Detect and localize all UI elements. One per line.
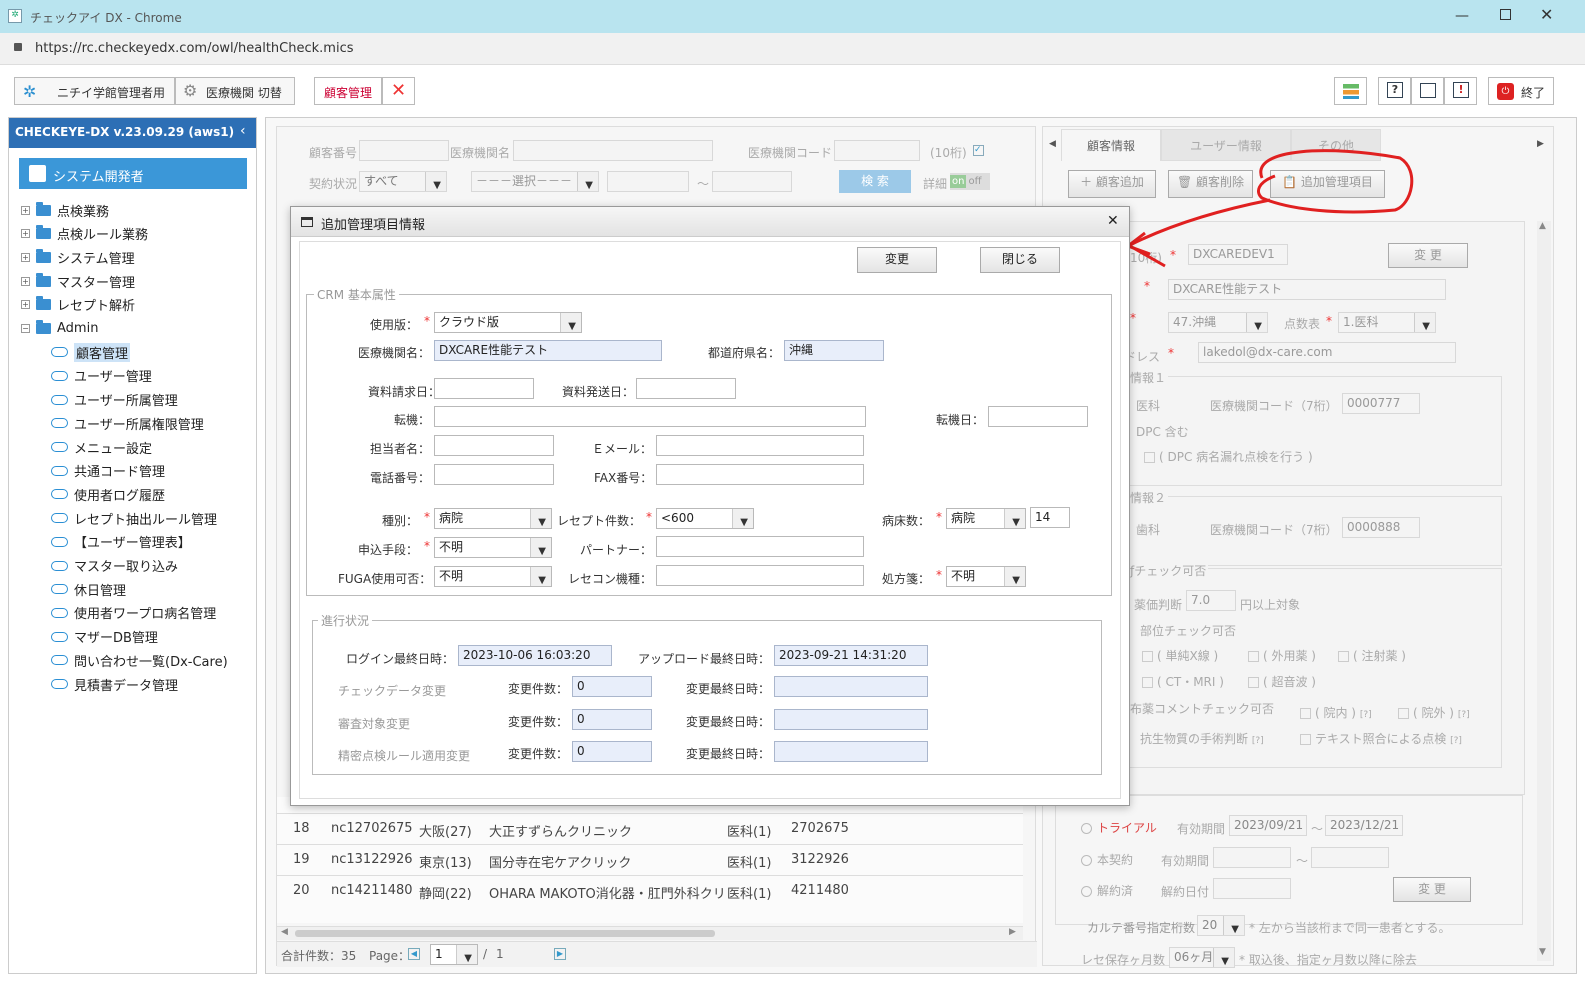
last-login-label: ログイン最終日時： <box>346 652 455 666</box>
trigger-input[interactable] <box>434 406 866 427</box>
beds-input[interactable]: 14 <box>1030 507 1070 528</box>
rule-last-field[interactable] <box>774 741 928 762</box>
kind-select[interactable]: 病院 ▼ <box>434 508 552 529</box>
chevron-down-icon: ▼ <box>1221 956 1229 967</box>
last-login-field[interactable]: 2023-10-06 16:03:20 <box>458 645 612 666</box>
phone-input[interactable] <box>434 464 554 485</box>
rx-label: 処方箋： <box>882 572 931 586</box>
modal-change-button[interactable]: 変更 <box>857 247 937 273</box>
rx-select[interactable]: 不明 ▼ <box>946 566 1026 587</box>
fuga-label: FUGA使用可否： <box>338 572 432 586</box>
trigger-label: 転機： <box>394 413 431 427</box>
rule-count-field[interactable]: 0 <box>572 741 652 762</box>
kind-label: 種別： <box>382 514 419 528</box>
facility-field[interactable]: DXCARE性能テスト <box>434 340 662 361</box>
chevron-down-icon: ▼ <box>585 180 593 191</box>
pref-field[interactable]: 沖縄 <box>784 340 884 361</box>
rece-count-label: レセプト件数： <box>557 514 642 528</box>
trigger-date-input[interactable] <box>988 406 1088 427</box>
fax-label: FAX番号： <box>594 471 653 485</box>
last-change-label-1: 変更最終日時： <box>686 682 771 696</box>
pref-label: 都道府県名： <box>708 346 781 360</box>
window-icon <box>301 217 313 227</box>
chevron-down-icon: ▼ <box>538 517 546 528</box>
modal-dialog: 追加管理項目情報 ✕ 変更 閉じる CRM 基本属性 使用版： * クラウド版 ▼ … <box>290 206 1130 806</box>
last-upload-label: アップロード最終日時： <box>638 652 771 666</box>
check-count-field[interactable]: 0 <box>572 676 652 697</box>
chevron-down-icon: ▼ <box>1012 517 1020 528</box>
check-change-label: チェックデータ変更 <box>338 684 447 698</box>
chevron-down-icon: ▼ <box>1254 321 1262 332</box>
person-label: 担当者名： <box>370 442 431 456</box>
chevron-down-icon: ▼ <box>1012 575 1020 586</box>
modal-titlebar: 追加管理項目情報 ✕ <box>291 207 1129 237</box>
rececon-input[interactable] <box>656 565 864 586</box>
email-label: Ｅメール： <box>592 442 653 456</box>
apply-select[interactable]: 不明 ▼ <box>434 537 552 558</box>
chevron-down-icon: ▼ <box>1422 321 1430 332</box>
modal-title: 追加管理項目情報 <box>321 218 426 233</box>
check-last-field[interactable] <box>774 676 928 697</box>
last-change-label-2: 変更最終日時： <box>686 715 771 729</box>
count-label-3: 変更件数： <box>508 747 569 761</box>
last-upload-field[interactable]: 2023-09-21 14:31:20 <box>774 645 928 666</box>
crm-section-title: CRM 基本属性 <box>314 286 399 303</box>
partner-input[interactable] <box>656 536 864 557</box>
email-input[interactable] <box>656 435 864 456</box>
facility-label: 医療機関名： <box>358 346 431 360</box>
trigger-date-label: 転機日： <box>936 413 985 427</box>
chevron-down-icon: ▼ <box>538 546 546 557</box>
modal-close-icon[interactable]: ✕ <box>1107 213 1119 229</box>
beds-label: 病床数： <box>882 514 931 528</box>
partner-label: パートナー： <box>580 543 653 557</box>
count-label-1: 変更件数： <box>508 682 569 696</box>
modal-close-button[interactable]: 閉じる <box>980 247 1060 273</box>
progress-section-title: 進行状況 <box>318 612 373 629</box>
rule-change-label: 精密点検ルール適用変更 <box>338 749 471 763</box>
doc-req-label: 資料請求日： <box>368 385 441 399</box>
review-change-label: 審査対象変更 <box>338 717 411 731</box>
person-input[interactable] <box>434 435 554 456</box>
review-last-field[interactable] <box>774 709 928 730</box>
apply-label: 申込手段： <box>358 543 419 557</box>
beds-kind-select[interactable]: 病院 ▼ <box>946 508 1026 529</box>
edition-select[interactable]: クラウド版 ▼ <box>434 312 582 333</box>
modal-body: 変更 閉じる CRM 基本属性 使用版： * クラウド版 ▼ 医療機関名： DXCA… <box>299 241 1121 799</box>
review-count-field[interactable]: 0 <box>572 709 652 730</box>
fax-input[interactable] <box>656 464 864 485</box>
doc-req-input[interactable] <box>434 378 534 399</box>
rececon-label: レセコン機種： <box>568 572 653 586</box>
chevron-down-icon: ▼ <box>538 575 546 586</box>
doc-sent-label: 資料発送日： <box>562 385 635 399</box>
phone-label: 電話番号： <box>370 471 431 485</box>
edition-label: 使用版： <box>370 318 419 332</box>
doc-sent-input[interactable] <box>636 378 736 399</box>
chevron-down-icon: ▼ <box>568 321 576 332</box>
fuga-select[interactable]: 不明 ▼ <box>434 566 552 587</box>
count-label-2: 変更件数： <box>508 715 569 729</box>
chevron-down-icon: ▼ <box>464 953 472 964</box>
chevron-down-icon: ▼ <box>740 517 748 528</box>
chevron-down-icon: ▼ <box>1231 924 1239 935</box>
chevron-down-icon: ▼ <box>433 180 441 191</box>
rece-count-select[interactable]: <600 ▼ <box>656 508 754 529</box>
last-change-label-3: 変更最終日時： <box>686 747 771 761</box>
